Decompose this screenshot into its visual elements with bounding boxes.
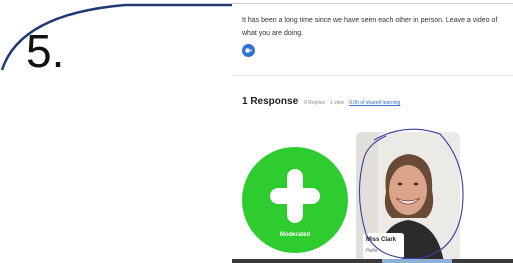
moderated-response-card[interactable]: Moderated (242, 147, 348, 253)
shared-learning-link[interactable]: 0.0h of shared learning (349, 100, 400, 106)
author-name-tag: Miss Clark Hello (363, 233, 404, 259)
response-header: 1 Response 0 Replies 1 view 0.0h of shar… (242, 96, 400, 110)
bottom-toolbar-strip (232, 259, 513, 263)
section-divider (232, 75, 513, 76)
author-name: Miss Clark (366, 237, 397, 243)
topic-prompt-text: It has been a long time since we have se… (242, 17, 498, 37)
camera-icon (245, 48, 252, 53)
flipgrid-screenshot: It has been a long time since we have se… (232, 4, 513, 263)
replies-count: 0 Replies (304, 100, 325, 106)
plus-icon (270, 169, 320, 223)
response-count: 1 Response (242, 96, 299, 107)
record-video-button[interactable] (242, 44, 255, 57)
views-count: 1 view (330, 100, 345, 106)
response-message: Hello (366, 248, 378, 254)
step-number: 5. (26, 25, 65, 77)
moderated-label: Moderated (279, 232, 311, 238)
video-response-card[interactable]: Miss Clark Hello (356, 132, 460, 263)
bottom-toolbar-accent (382, 259, 452, 263)
